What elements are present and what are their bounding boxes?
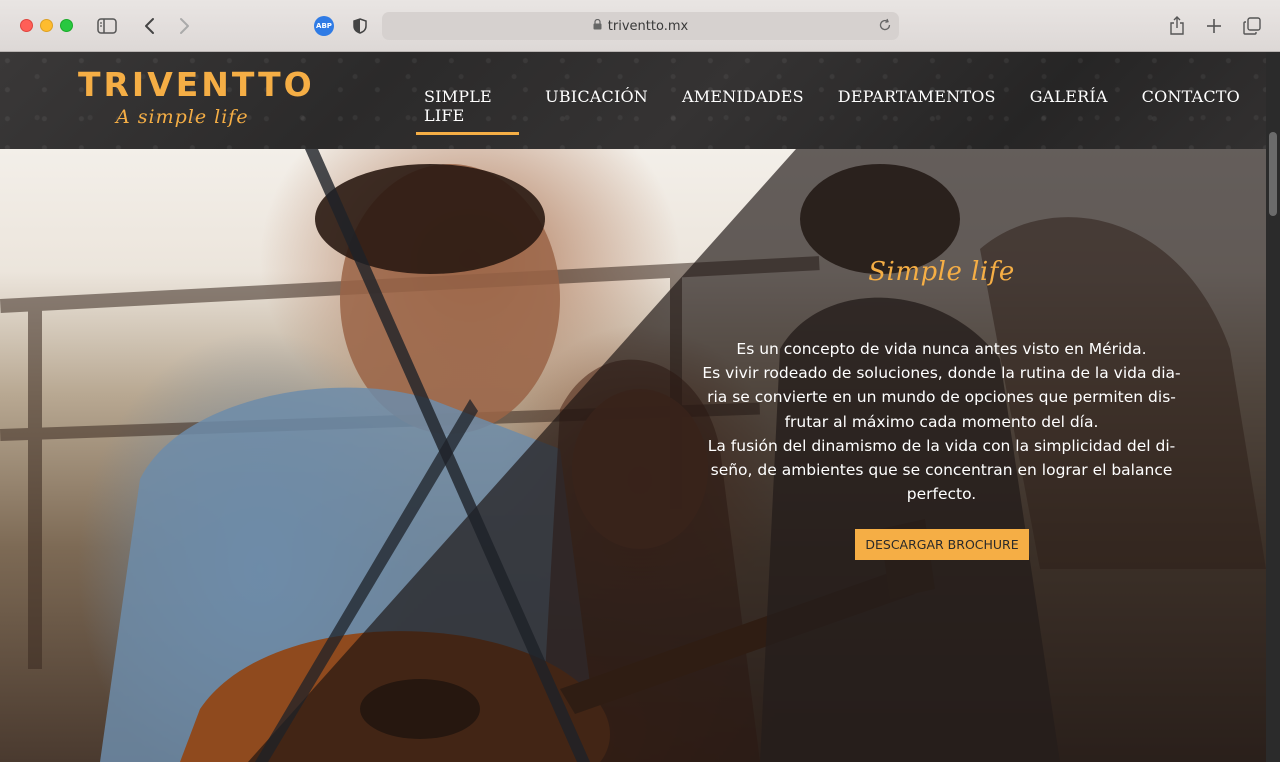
hero-line: Es vivir rodeado de soluciones, donde la…: [702, 364, 1181, 383]
close-window-button[interactable]: [20, 19, 33, 32]
nav-simple-life[interactable]: SIMPLE LIFE: [416, 87, 520, 135]
nav-departamentos[interactable]: DEPARTAMENTOS: [830, 87, 1004, 135]
hero-description: Es un concepto de vida nunca antes visto…: [690, 337, 1193, 506]
site-header: TRIVENTTO A simple life SIMPLE LIFE UBIC…: [0, 52, 1266, 149]
abp-badge-label: ABP: [314, 16, 334, 36]
hero-line: frutar al máximo cada momento del día.: [784, 412, 1099, 431]
triventto-logo[interactable]: TRIVENTTO A simple life: [78, 65, 315, 144]
lock-icon: [593, 18, 602, 34]
sidebar-toggle-icon[interactable]: [95, 14, 119, 38]
browser-toolbar: ABP triventto.mx: [0, 0, 1280, 52]
hero-line: ria se convierte en un mundo de opciones…: [707, 388, 1176, 407]
logo-tagline: A simple life: [116, 106, 249, 128]
page-scrollbar[interactable]: [1266, 52, 1280, 762]
plus-icon[interactable]: [1202, 14, 1226, 38]
hero-line: Es un concepto de vida nunca antes visto…: [736, 340, 1147, 358]
privacy-shield-icon[interactable]: [348, 14, 372, 38]
tab-overview-icon[interactable]: [1240, 14, 1264, 38]
hero-text-block: Simple life Es un concepto de vida nunca…: [690, 257, 1193, 506]
webpage: TRIVENTTO A simple life SIMPLE LIFE UBIC…: [0, 52, 1280, 762]
hero-line: La fusión del dinamismo de la vida con l…: [707, 436, 1176, 455]
hero-line: perfecto.: [906, 485, 977, 504]
address-bar[interactable]: triventto.mx: [382, 12, 899, 40]
url-text: triventto.mx: [607, 18, 689, 34]
hero-script-title: Simple life: [868, 257, 1015, 287]
main-nav: SIMPLE LIFE UBICACIÓN AMENIDADES DEPARTA…: [416, 87, 1266, 135]
nav-ubicacion[interactable]: UBICACIÓN: [537, 87, 656, 135]
chevron-left-icon[interactable]: [138, 14, 162, 38]
reload-icon[interactable]: [878, 18, 892, 36]
logo-title: TRIVENTTO: [78, 65, 315, 104]
adblock-extension-icon[interactable]: ABP: [312, 14, 336, 38]
nav-contacto[interactable]: CONTACTO: [1134, 87, 1248, 135]
nav-galeria[interactable]: GALERÍA: [1022, 87, 1116, 135]
download-brochure-button[interactable]: DESCARGAR BROCHURE: [855, 529, 1029, 560]
share-icon[interactable]: [1165, 14, 1189, 38]
hero-section: Simple life Es un concepto de vida nunca…: [0, 149, 1266, 762]
minimize-window-button[interactable]: [40, 19, 53, 32]
zoom-window-button[interactable]: [60, 19, 73, 32]
scrollbar-thumb[interactable]: [1269, 132, 1277, 216]
hero-line: seño, de ambientes que se concentran en …: [710, 461, 1173, 480]
chevron-right-icon[interactable]: [172, 14, 196, 38]
nav-amenidades[interactable]: AMENIDADES: [674, 87, 812, 135]
